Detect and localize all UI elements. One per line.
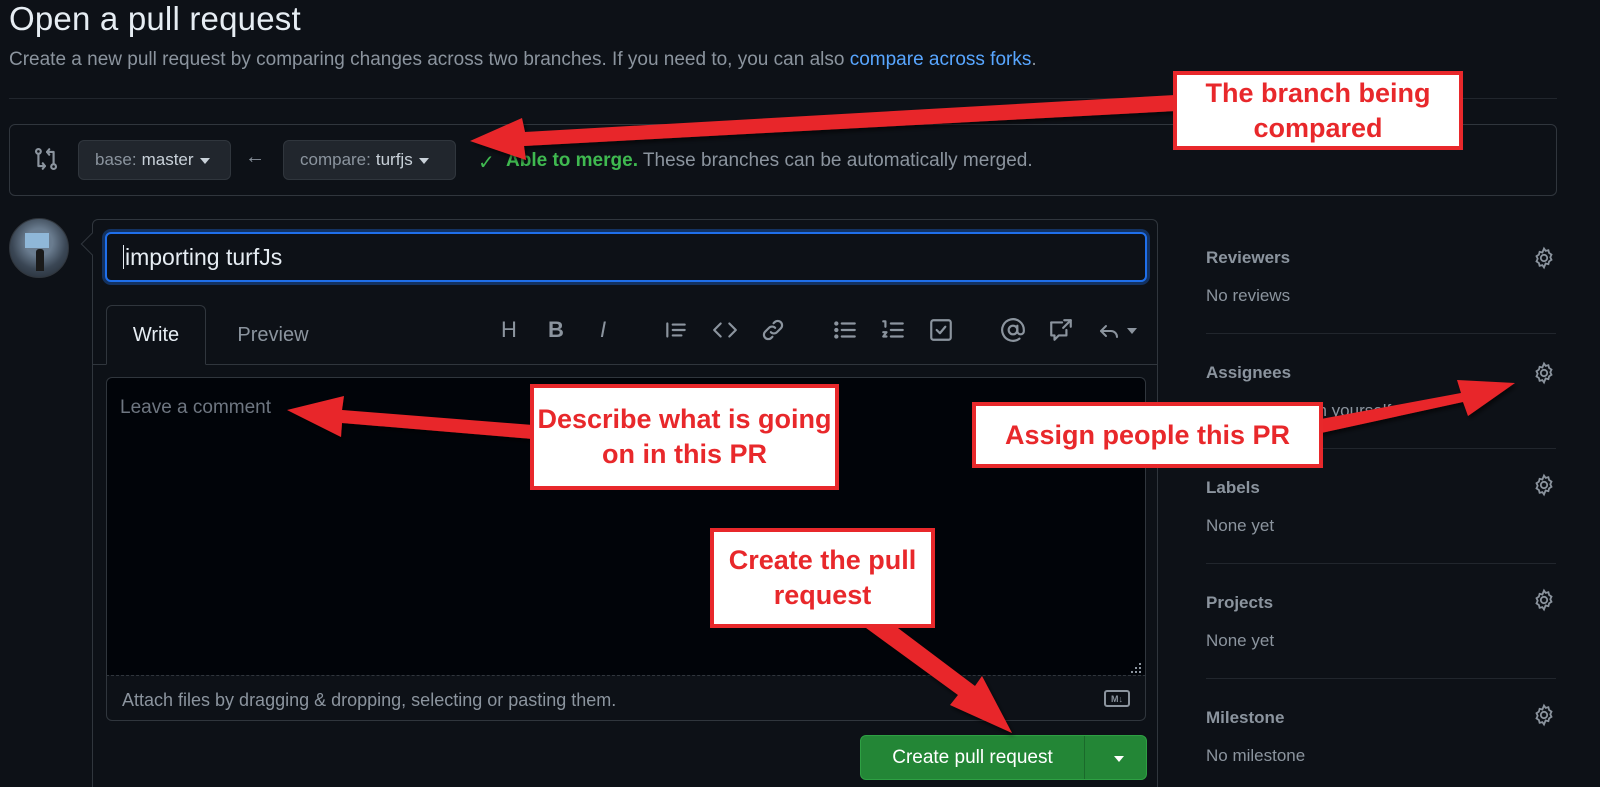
bold-icon[interactable]: B <box>541 315 571 345</box>
compare-across-forks-link[interactable]: compare across forks <box>850 49 1032 70</box>
create-options-dropdown[interactable] <box>1085 736 1146 779</box>
tab-preview[interactable]: Preview <box>218 305 328 365</box>
gear-icon[interactable] <box>1532 473 1556 497</box>
annotation-assign: Assign people this PR <box>972 402 1323 468</box>
sidebar-milestone: Milestone No milestone <box>1206 708 1556 766</box>
merge-status-desc: These branches can be automatically merg… <box>642 150 1033 171</box>
compare-label: compare: <box>300 150 371 169</box>
sidebar-divider <box>1206 678 1556 679</box>
assignees-title[interactable]: Assignees <box>1206 363 1556 383</box>
create-pull-request-button[interactable]: Create pull request <box>861 736 1085 779</box>
compare-branch-value: turfjs <box>375 150 413 169</box>
reviewers-title[interactable]: Reviewers <box>1206 248 1556 268</box>
gear-icon[interactable] <box>1532 703 1556 727</box>
subtitle-text: Create a new pull request by comparing c… <box>9 49 845 70</box>
base-branch-value: master <box>141 150 194 169</box>
merge-status-label: Able to merge. <box>506 150 638 171</box>
gear-icon[interactable] <box>1532 246 1556 270</box>
bulleted-list-icon[interactable] <box>830 315 860 345</box>
gear-icon[interactable] <box>1532 588 1556 612</box>
sidebar-divider <box>1206 563 1556 564</box>
italic-label: I <box>599 317 607 342</box>
title-input[interactable]: importing turfJs <box>105 232 1147 282</box>
git-compare-icon <box>33 146 59 172</box>
chevron-down-icon <box>199 158 210 164</box>
tab-write[interactable]: Write <box>106 305 206 365</box>
annotation-describe: Describe what is going on in this PR <box>530 384 839 490</box>
task-list-icon[interactable] <box>926 315 956 345</box>
annotation-create: Create the pull request <box>710 528 935 628</box>
text-cursor <box>123 245 124 269</box>
markdown-icon[interactable]: M↓ <box>1104 690 1130 707</box>
mention-icon[interactable] <box>998 315 1028 345</box>
page-title: Open a pull request <box>9 0 301 37</box>
sidebar-divider <box>1206 333 1556 334</box>
sidebar-projects: Projects None yet <box>1206 593 1556 651</box>
chevron-down-icon <box>418 158 429 164</box>
comment-placeholder: Leave a comment <box>120 397 272 418</box>
code-icon[interactable] <box>710 315 740 345</box>
sidebar-labels: Labels None yet <box>1206 478 1556 536</box>
italic-icon[interactable]: I <box>588 315 618 345</box>
arrow-left-icon: ← <box>245 146 265 168</box>
base-label: base: <box>95 150 137 169</box>
base-branch-select[interactable]: base: master <box>78 140 231 180</box>
chevron-down-icon <box>1113 755 1124 762</box>
projects-value: None yet <box>1206 631 1275 650</box>
milestone-value: No milestone <box>1206 746 1306 765</box>
cross-reference-icon[interactable] <box>1046 315 1076 345</box>
merge-status: Able to merge. These branches can be aut… <box>506 150 1033 172</box>
subtitle-end: . <box>1031 49 1037 70</box>
bold-label: B <box>548 317 564 342</box>
heading-icon[interactable]: H <box>494 315 524 345</box>
title-value: importing turfJs <box>125 243 283 270</box>
create-pull-request-group: Create pull request <box>860 735 1147 780</box>
check-icon: ✓ <box>478 152 495 174</box>
sidebar-reviewers: Reviewers No reviews <box>1206 248 1556 306</box>
numbered-list-icon[interactable] <box>878 315 908 345</box>
attach-files-text: Attach files by dragging & dropping, sel… <box>122 690 617 710</box>
reviewers-value: No reviews <box>1206 286 1291 305</box>
link-icon[interactable] <box>758 315 788 345</box>
resize-handle-icon[interactable] <box>1130 661 1142 673</box>
quote-icon[interactable] <box>661 315 691 345</box>
projects-title[interactable]: Projects <box>1206 593 1556 613</box>
reply-icon[interactable] <box>1094 315 1140 345</box>
annotation-branch: The branch being compared <box>1173 71 1463 150</box>
labels-value: None yet <box>1206 516 1275 535</box>
page-subtitle: Create a new pull request by comparing c… <box>9 49 1037 71</box>
gear-icon[interactable] <box>1532 361 1556 385</box>
compare-branch-select[interactable]: compare: turfjs <box>283 140 456 180</box>
milestone-title[interactable]: Milestone <box>1206 708 1556 728</box>
chevron-down-icon <box>1127 328 1137 334</box>
labels-title[interactable]: Labels <box>1206 478 1556 498</box>
avatar[interactable] <box>9 218 69 278</box>
heading-label: H <box>501 317 517 342</box>
